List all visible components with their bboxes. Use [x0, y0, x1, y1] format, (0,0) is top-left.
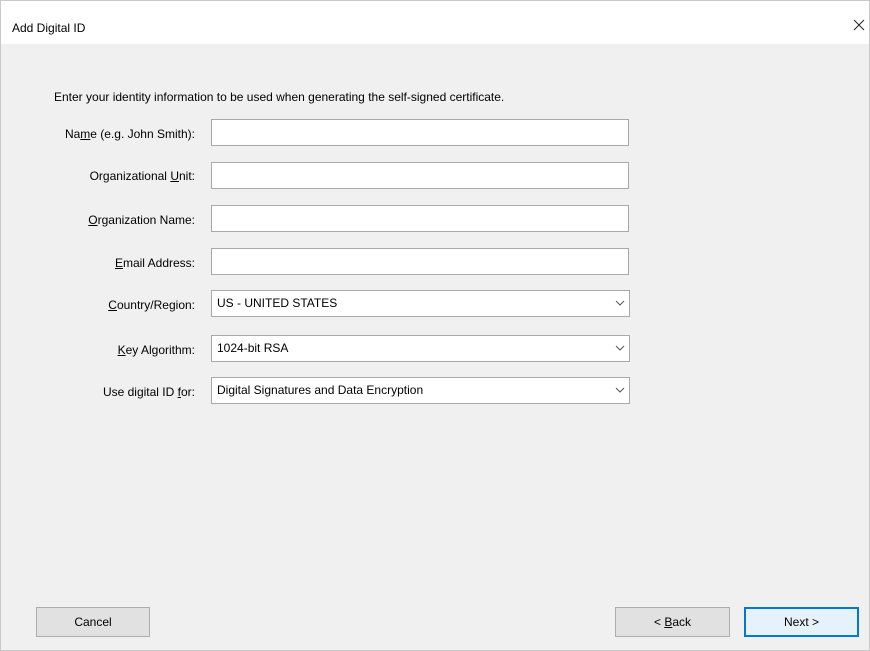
org-name-label: Organization Name: — [88, 213, 195, 227]
country-select[interactable]: US - UNITED STATES — [211, 290, 630, 317]
name-label: Name (e.g. John Smith): — [64, 127, 195, 141]
close-icon[interactable] — [849, 15, 869, 35]
use-for-select[interactable]: Digital Signatures and Data Encryption — [211, 377, 630, 404]
chevron-down-icon[interactable] — [611, 336, 629, 361]
country-selected-value: US - UNITED STATES — [217, 296, 338, 310]
title-bar: Add Digital ID — [1, 1, 869, 44]
back-button[interactable]: < Back — [615, 607, 730, 637]
use-for-selected-value: Digital Signatures and Data Encryption — [217, 383, 424, 397]
cancel-button[interactable]: Cancel — [36, 607, 150, 637]
add-digital-id-dialog: Add Digital ID Enter your identity infor… — [0, 0, 870, 651]
next-button[interactable]: Next > — [744, 607, 859, 637]
dialog-title: Add Digital ID — [12, 21, 86, 35]
country-label: Country/Region: — [108, 298, 195, 312]
org-unit-label: Organizational Unit: — [89, 169, 195, 183]
org-unit-input[interactable] — [211, 162, 629, 189]
email-label: Email Address: — [114, 256, 195, 270]
name-input[interactable] — [211, 119, 629, 146]
intro-text: Enter your identity information to be us… — [54, 90, 505, 104]
chevron-down-icon[interactable] — [611, 291, 629, 316]
key-algorithm-select[interactable]: 1024-bit RSA — [211, 335, 630, 362]
key-algorithm-label: Key Algorithm: — [117, 343, 195, 357]
chevron-down-icon[interactable] — [611, 378, 629, 403]
org-name-input[interactable] — [211, 205, 629, 232]
key-algorithm-selected-value: 1024-bit RSA — [217, 341, 289, 355]
email-input[interactable] — [211, 248, 629, 275]
use-for-label: Use digital ID for: — [102, 385, 195, 399]
